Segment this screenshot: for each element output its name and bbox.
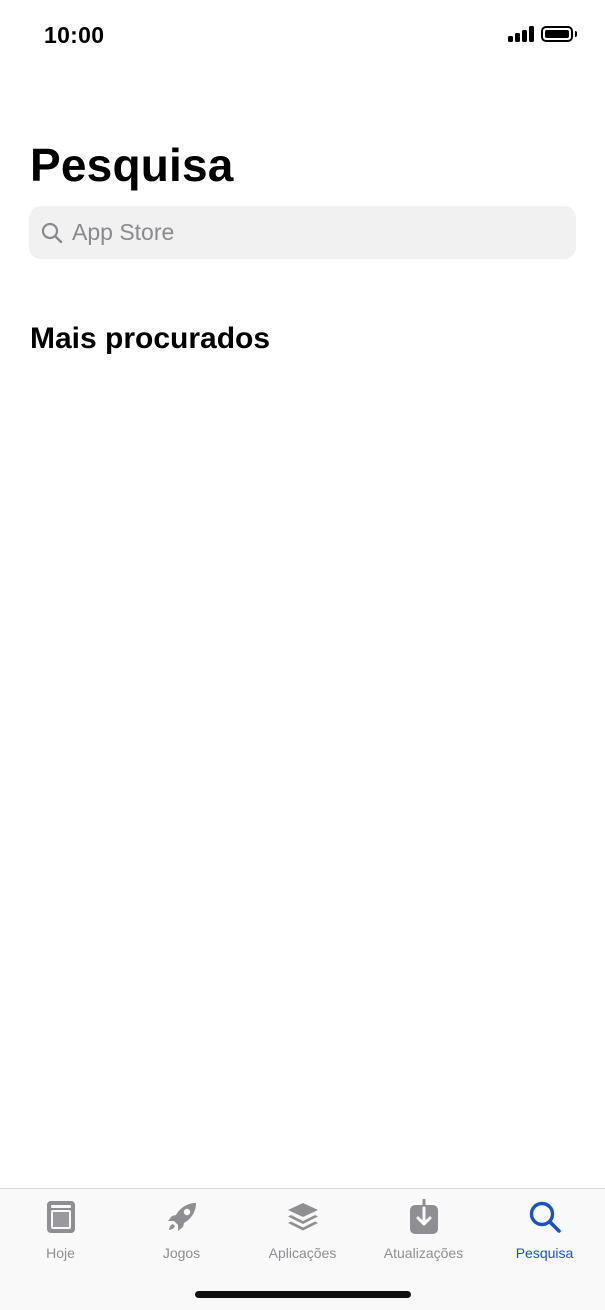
- status-time: 10:00: [44, 22, 105, 48]
- tab-label: Jogos: [162, 1245, 201, 1261]
- home-indicator[interactable]: [195, 1291, 411, 1298]
- tab-label: Pesquisa: [515, 1245, 574, 1261]
- search-icon: [527, 1197, 563, 1237]
- magnifier-icon: [41, 222, 63, 244]
- tab-today[interactable]: Hoje: [0, 1197, 121, 1263]
- tab-games[interactable]: Jogos: [121, 1197, 242, 1263]
- rocket-icon: [164, 1197, 200, 1237]
- search-input[interactable]: [72, 212, 552, 253]
- tab-label: Atualizações: [383, 1245, 464, 1261]
- app-store-search-screen: 10:00 Pesquisa Mais procurados: [0, 0, 605, 1310]
- cellular-signal-icon: [508, 26, 534, 42]
- tab-search[interactable]: Pesquisa: [484, 1197, 605, 1263]
- section-title-trending: Mais procurados: [30, 322, 271, 355]
- tab-label: Aplicações: [268, 1245, 337, 1261]
- tab-apps[interactable]: Aplicações: [242, 1197, 363, 1263]
- download-icon: [406, 1197, 442, 1237]
- apps-stack-icon: [285, 1197, 321, 1237]
- status-bar: 10:00: [0, 0, 605, 70]
- battery-icon: [541, 26, 573, 42]
- tab-updates[interactable]: Atualizações: [363, 1197, 484, 1263]
- today-icon: [43, 1197, 79, 1237]
- tab-label: Hoje: [46, 1245, 75, 1261]
- page-title: Pesquisa: [30, 139, 234, 191]
- search-field[interactable]: [29, 206, 576, 259]
- battery-cap: [575, 31, 577, 37]
- status-indicators: [508, 26, 577, 42]
